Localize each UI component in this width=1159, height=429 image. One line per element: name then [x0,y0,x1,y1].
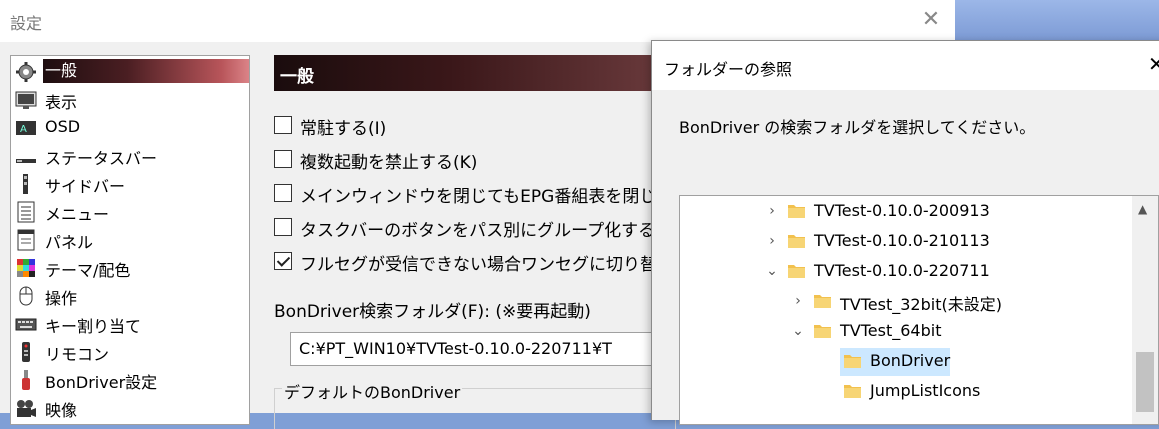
tree-item-key-assign[interactable]: キー割り当て [13,310,249,336]
checkbox-box[interactable] [274,150,292,168]
expand-chevron-icon[interactable]: › [790,291,806,311]
statusbar-icon [16,159,36,163]
expand-chevron-icon[interactable]: › [764,201,780,221]
folder-tree[interactable]: › TVTest-0.10.0-200913 › TVTest-0.10.0-2… [679,195,1159,425]
collapse-chevron-icon[interactable]: ⌄ [764,261,780,281]
folder-node[interactable]: ⌄ TVTest_64bit [790,318,1132,346]
tree-item-statusbar[interactable]: ステータスバー [13,142,249,168]
settings-close-button[interactable]: ✕ [920,8,942,32]
bondriver-folder-label: BonDriver検索フォルダ(F): (※要再起動) [274,302,591,322]
folder-tree-scrollbar[interactable]: ▲ [1132,196,1158,424]
section-header: 一般 [274,55,664,91]
panel-icon [17,229,35,251]
tree-item-label: パネル [45,233,94,252]
folder-browse-dialog: フォルダーの参照 ✕ BonDriver の検索フォルダを選択してください。 ›… [651,40,1159,425]
tree-item-label: 操作 [45,289,78,308]
tree-item-panel[interactable]: パネル [13,226,249,252]
checkbox-label: メインウィンドウを閉じてもEPG番組表を閉じない(C [300,187,709,207]
tree-item-label: ステータスバー [45,149,158,168]
tree-item-remote[interactable]: リモコン [13,338,249,364]
default-bondriver-group-label: デフォルトのBonDriver [282,379,463,403]
tree-item-label: BonDriver設定 [45,373,158,392]
expand-chevron-icon[interactable]: › [764,231,780,251]
remote-icon [22,342,30,362]
tree-item-label: 表示 [45,93,78,112]
dialog-close-button[interactable]: ✕ [1148,52,1159,76]
folder-icon [844,385,861,398]
tree-item-operation[interactable]: 操作 [13,282,249,308]
tree-item-display[interactable]: 表示 [13,86,249,112]
checkbox-box[interactable] [274,184,292,202]
tree-item-label: 映像 [45,401,78,420]
folder-name: TVTest-0.10.0-200913 [814,201,990,220]
folder-name: JumpListIcons [870,381,981,400]
checkbox-box[interactable] [274,116,292,134]
collapse-chevron-icon[interactable]: ⌄ [790,321,806,341]
folder-icon [814,325,831,338]
monitor-icon [15,91,37,109]
bondriver-folder-input[interactable]: C:¥PT_WIN10¥TVTest-0.10.0-220711¥T [290,332,670,366]
settings-category-tree[interactable]: 一般 表示 A OSD ステータスバー サイドバー メニュー パネル テーマ/配 [10,55,250,425]
section-title: 一般 [280,67,314,87]
mouse-icon [19,286,33,306]
tree-item-menu[interactable]: メニュー [13,198,249,224]
tree-item-general[interactable]: 一般 [13,58,249,84]
dialog-description: BonDriver の検索フォルダを選択してください。 [679,118,1036,137]
folder-icon [788,205,805,218]
tree-item-label: サイドバー [45,177,126,196]
tree-item-label: テーマ/配色 [45,261,131,280]
tree-item-label: メニュー [45,205,110,224]
svg-text:A: A [20,124,27,135]
tree-item-bondriver[interactable]: BonDriver設定 [13,366,249,392]
tree-item-label: 一般 [43,59,249,83]
folder-name: BonDriver [870,351,951,370]
folder-icon [844,355,861,368]
folder-name: TVTest_64bit [840,321,942,340]
folder-icon [788,265,805,278]
folder-node[interactable]: ⌄ TVTest-0.10.0-220711 [764,258,1132,286]
folder-node[interactable]: › TVTest-0.10.0-200913 [764,198,1132,226]
folder-node[interactable]: JumpListIcons [840,378,1132,406]
folder-icon [788,235,805,248]
checkbox-box[interactable] [274,218,292,236]
checkbox-label: タスクバーのボタンをパス別にグループ化する(T) (※ [300,221,706,241]
settings-titlebar: 設定 ✕ [0,0,955,42]
dialog-title: フォルダーの参照 [664,60,793,79]
checkbox-label: 複数起動を禁止する(K) [300,153,478,173]
tree-item-sidebar[interactable]: サイドバー [13,170,249,196]
folder-icon [814,295,831,308]
folder-node-selected[interactable]: BonDriver [840,348,950,376]
folder-name: TVTest-0.10.0-210113 [814,231,990,250]
bondriver-icon [22,370,30,390]
settings-title: 設定 [10,14,43,33]
menu-icon [17,201,35,223]
tree-item-video[interactable]: 映像 [13,394,249,420]
sidebar-icon [23,174,28,194]
folder-name: TVTest-0.10.0-220711 [814,261,990,280]
tree-item-osd[interactable]: A OSD [13,114,249,140]
folder-name: TVTest_32bit(未設定) [840,295,1002,314]
folder-node[interactable]: › TVTest_32bit(未設定) [790,288,1132,316]
checkbox-label: フルセグが受信できない場合ワンセグに切り替える( [300,255,698,275]
video-camera-icon [17,400,36,417]
folder-node[interactable]: › TVTest-0.10.0-210113 [764,228,1132,256]
gear-icon [16,62,36,82]
tree-item-label: キー割り当て [45,317,142,336]
checkbox-box-checked[interactable] [274,252,292,270]
bondriver-folder-value: C:¥PT_WIN10¥TVTest-0.10.0-220711¥T [299,339,612,358]
scrollbar-thumb[interactable] [1136,352,1154,412]
keyboard-icon [15,318,37,331]
checkbox-label: 常駐する(I) [300,119,387,139]
tree-item-label: OSD [45,117,81,136]
palette-icon [17,259,35,277]
scroll-up-icon[interactable]: ▲ [1138,202,1147,216]
osd-icon: A [16,121,36,135]
tree-item-label: リモコン [45,345,110,364]
tree-item-theme[interactable]: テーマ/配色 [13,254,249,280]
desktop-background [955,0,1159,40]
